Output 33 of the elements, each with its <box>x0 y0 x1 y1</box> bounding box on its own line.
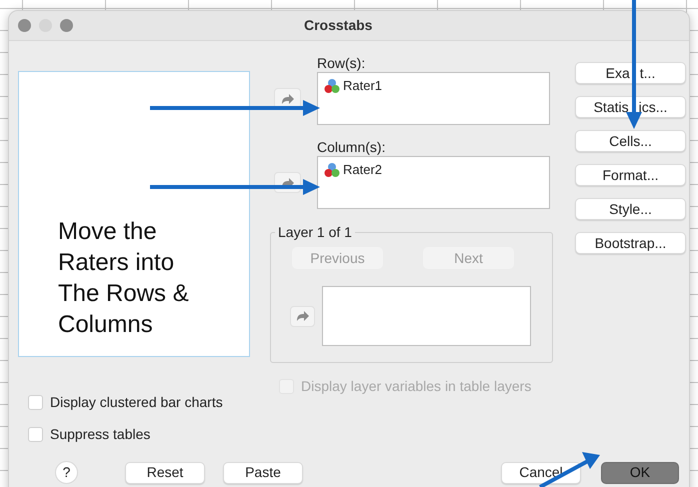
group-legend: Layer 1 of 1 <box>275 224 355 240</box>
checkbox[interactable] <box>28 395 43 410</box>
footer-button[interactable]: Reset <box>125 462 205 484</box>
layer-list[interactable] <box>322 286 531 346</box>
target-list[interactable]: Rater2 <box>317 156 550 209</box>
move-button[interactable] <box>290 306 316 326</box>
field-label: Column(s): <box>317 139 386 155</box>
variable-name[interactable]: Rater1 <box>343 76 382 96</box>
instruction-text: Move the Raters into The Rows & Columns <box>58 217 190 340</box>
target-list[interactable]: Rater1 <box>317 72 550 125</box>
footer-button[interactable]: Paste <box>223 462 303 484</box>
dialog-button[interactable]: Cells... <box>575 130 686 152</box>
dialog-button[interactable]: Format... <box>575 164 686 186</box>
zoom-button[interactable] <box>60 19 73 32</box>
variable-list[interactable]: Move the Raters into The Rows & Columns <box>18 71 250 357</box>
help-button[interactable]: ? <box>55 461 78 484</box>
variable-name[interactable]: Rater2 <box>343 160 382 180</box>
checkbox-label: Display layer variables in table layers <box>301 377 532 396</box>
checkbox-label: Display clustered bar charts <box>50 393 223 412</box>
close-button[interactable] <box>18 19 31 32</box>
variable-icon <box>324 78 340 94</box>
arrow-icon <box>296 310 310 322</box>
checkbox[interactable] <box>28 427 43 442</box>
dialog-button[interactable]: Style... <box>575 198 686 220</box>
dialog-button[interactable]: Bootstrap... <box>575 232 686 254</box>
field-label: Row(s): <box>317 55 366 71</box>
window-title: Crosstabs <box>304 16 372 35</box>
dialog-button[interactable]: Exa t... <box>575 62 686 84</box>
dialog-button[interactable]: Statis ics... <box>575 96 686 118</box>
ok-button[interactable]: OK <box>601 462 679 484</box>
checkbox-label: Suppress tables <box>50 425 150 444</box>
arrow-icon <box>280 92 294 104</box>
variable-icon <box>324 162 340 178</box>
